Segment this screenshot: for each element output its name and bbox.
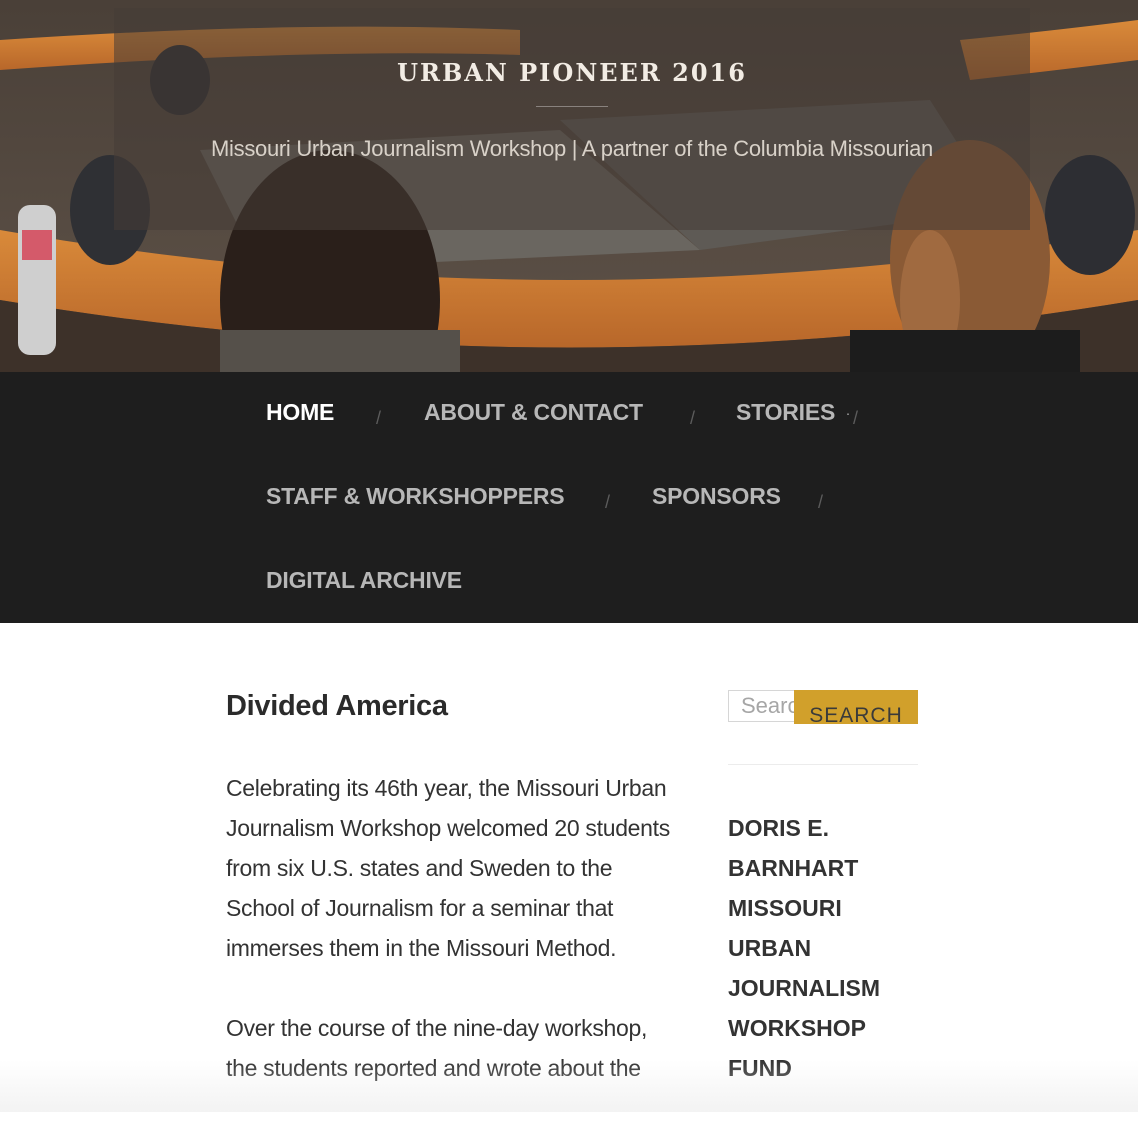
sidebar-divider [728,764,918,765]
nav-item-staff-workshoppers[interactable]: STAFF & WORKSHOPPERS [266,483,565,510]
post-title[interactable]: Divided America [226,690,448,723]
nav-item-stories[interactable]: STORIES [736,399,835,426]
nav-separator: / [605,492,611,512]
search-form: SEARCH [728,690,918,724]
post-body: Celebrating its 46th year, the Missouri … [226,768,678,1128]
site-branding: URBAN PIONEER 2016 Missouri Urban Journa… [114,8,1030,230]
site-title[interactable]: URBAN PIONEER 2016 [114,58,1030,87]
search-button[interactable]: SEARCH [794,690,918,724]
nav-separator: / [853,408,859,428]
main-navigation: HOME / ABOUT & CONTACT / STORIES ․ / STA… [0,372,1138,623]
nav-item-sponsors[interactable]: SPONSORS [652,483,781,510]
nav-separator: / [376,408,382,428]
nav-separator: / [818,492,824,512]
post-paragraph: Celebrating its 46th year, the Missouri … [226,775,670,961]
chevron-down-icon[interactable]: ․ [846,404,850,418]
title-divider [536,106,608,107]
site-header: URBAN PIONEER 2016 Missouri Urban Journa… [0,0,1138,372]
widget-title: DORIS E. BARNHART MISSOURI URBAN JOURNAL… [728,815,881,1081]
nav-item-digital-archive[interactable]: DIGITAL ARCHIVE [266,567,462,594]
nav-item-stories-label: STORIES [736,399,836,425]
nav-item-about-contact[interactable]: ABOUT & CONTACT [424,399,643,426]
post-paragraph: Over the course of the nine-day workshop… [226,1015,648,1081]
nav-separator: / [690,408,696,428]
site-description: Missouri Urban Journalism Workshop | A p… [211,136,933,161]
nav-item-home[interactable]: HOME [266,399,334,426]
